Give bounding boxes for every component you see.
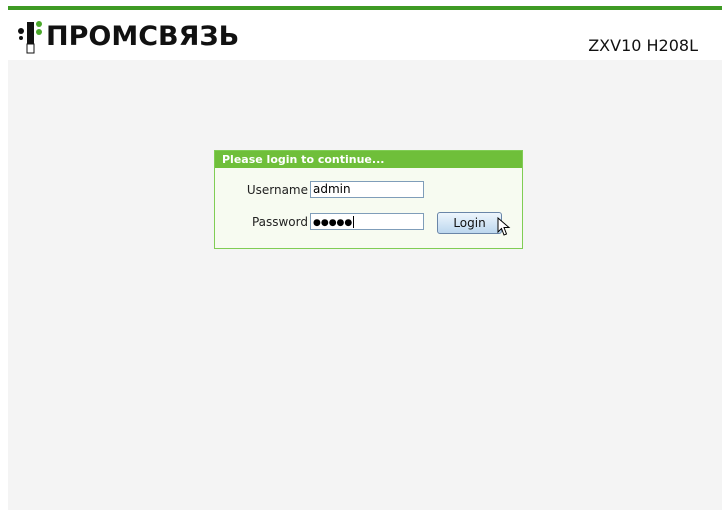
promsvyaz-logo-icon — [18, 21, 42, 54]
password-masked-value: ●●●●● — [313, 218, 353, 228]
device-model: ZXV10 H208L — [588, 36, 698, 55]
brand-logo: ПРОМСВЯЗЬ — [14, 16, 239, 56]
text-caret — [353, 215, 355, 228]
main-content: Please login to continue... Username adm… — [8, 60, 722, 510]
brand-name: ПРОМСВЯЗЬ — [46, 20, 240, 52]
username-label: Username — [246, 183, 308, 197]
login-panel: Please login to continue... Username adm… — [214, 150, 523, 249]
password-input[interactable]: ●●●●● — [310, 213, 424, 230]
login-button[interactable]: Login — [437, 212, 502, 234]
mouse-pointer-icon — [497, 217, 511, 236]
header: ПРОМСВЯЗЬ ZXV10 H208L — [8, 10, 722, 60]
username-input[interactable]: admin — [310, 181, 424, 198]
password-label: Password — [251, 215, 308, 229]
login-panel-title: Please login to continue... — [215, 151, 522, 168]
